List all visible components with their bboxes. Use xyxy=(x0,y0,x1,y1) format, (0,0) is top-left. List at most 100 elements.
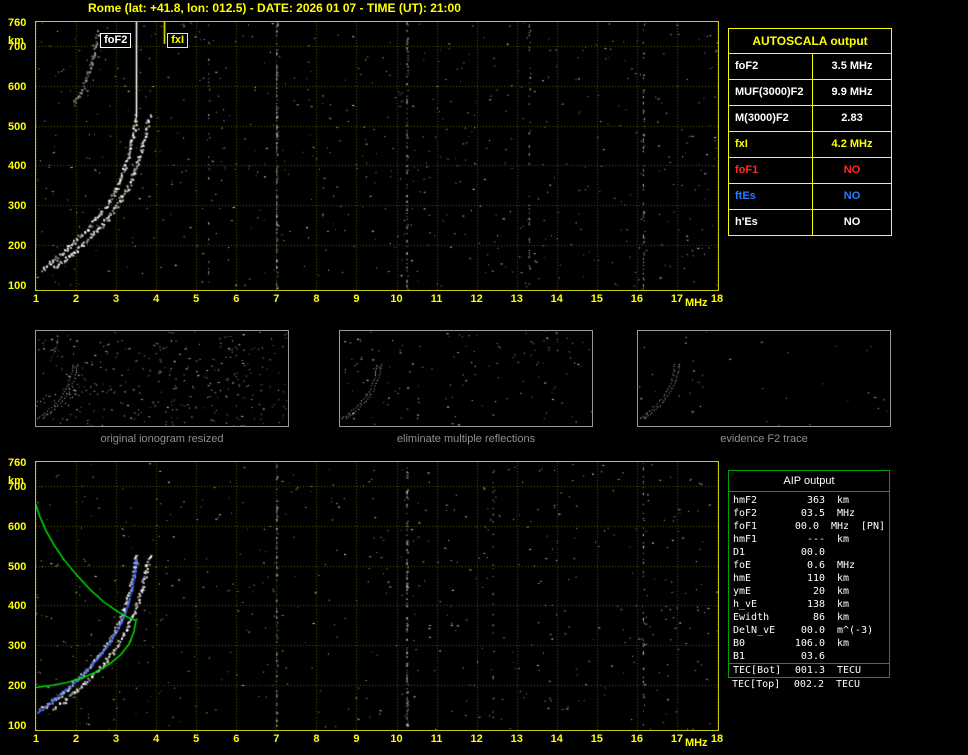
parameter-name: h'Es xyxy=(729,210,813,235)
parameter-value: 106.0 xyxy=(794,638,825,649)
parameter-unit: km xyxy=(837,586,850,597)
parameter-flag xyxy=(869,650,885,663)
ionogram-top-x-axis: 1 2 3 4 5 6 7 8 9 10 11 12 13 14 15 16 17 18 MHz xyxy=(33,293,736,309)
aip-row: B0 106.0 km xyxy=(729,637,889,650)
x-tick-label: 4 xyxy=(153,293,160,305)
aip-row: hmF1 --- km xyxy=(729,533,889,546)
x-tick-label: 17 xyxy=(670,733,684,745)
parameter-value: 9.9 MHz xyxy=(831,86,873,98)
y-tick-label: 200 xyxy=(8,240,27,253)
parameter-unit: km xyxy=(837,573,850,584)
x-tick-label: 7 xyxy=(273,293,280,305)
parameter-name: TEC[Top] xyxy=(732,679,781,690)
ionogram-bottom-x-axis: 1 2 3 4 5 6 7 8 9 10 11 12 13 14 15 16 17 18 MHz xyxy=(33,733,736,749)
parameter-unit: TECU xyxy=(836,679,861,690)
autoscala-row: M(3000)F2 2.83 xyxy=(729,106,891,132)
parameter-unit: km xyxy=(837,612,850,623)
parameter-value: 00.0 xyxy=(794,521,819,532)
ionogram-bottom-plot xyxy=(35,461,719,731)
autoscala-row: h'Es NO xyxy=(729,210,891,235)
parameter-unit: MHz xyxy=(831,521,850,532)
y-tick-label: 300 xyxy=(8,640,27,653)
x-tick-label: 3 xyxy=(113,293,120,305)
x-tick-label: 11 xyxy=(430,293,443,305)
x-tick-label: 16 xyxy=(630,293,643,305)
y-tick-label: 400 xyxy=(8,600,27,613)
parameter-name: D1 xyxy=(733,547,746,558)
parameter-value: 4.2 MHz xyxy=(831,138,873,150)
parameter-flag xyxy=(869,585,885,598)
parameter-value: 2.83 xyxy=(841,112,863,124)
x-axis-unit-label: MHz xyxy=(684,297,708,309)
parameter-unit xyxy=(825,650,869,663)
ionogram-top-canvas xyxy=(36,22,718,290)
x-tick-label: 10 xyxy=(390,733,403,745)
x-tick-label: 8 xyxy=(313,733,320,745)
y-tick-label: 760 xyxy=(8,17,27,29)
parameter-unit: MHz xyxy=(837,508,856,519)
parameter-name: B0 xyxy=(733,638,746,649)
x-tick-label: 14 xyxy=(550,733,563,745)
parameter-name: TEC[Bot] xyxy=(733,665,782,676)
parameter-flag xyxy=(869,624,885,637)
x-tick-label: 4 xyxy=(153,733,160,745)
parameter-unit: km xyxy=(837,495,850,506)
thumb-original-panel xyxy=(35,330,289,427)
page-title: Rome (lat: +41.8, lon: 012.5) - DATE: 20… xyxy=(88,1,461,15)
x-tick-label: 17 xyxy=(670,293,684,305)
aip-row: hmE 110 km xyxy=(729,572,889,585)
aip-row: foF1 00.0 MHz [PN] xyxy=(729,520,889,533)
parameter-unit: km xyxy=(837,534,850,545)
y-axis-unit-label: km xyxy=(8,35,24,47)
parameter-name: foF2 xyxy=(729,54,813,79)
x-tick-label: 3 xyxy=(113,733,120,745)
autoscala-row: ftEs NO xyxy=(729,184,891,210)
x-tick-label: 18 xyxy=(710,733,724,745)
parameter-name: hmF1 xyxy=(733,534,758,545)
y-tick-label: 200 xyxy=(8,680,27,693)
parameter-value: NO xyxy=(843,164,861,176)
parameter-unit: TECU xyxy=(837,665,862,676)
x-tick-label: 13 xyxy=(510,733,523,745)
thumb-noreflections-caption: eliminate multiple reflections xyxy=(396,433,536,445)
parameter-name: M(3000)F2 xyxy=(729,106,813,131)
aip-row: DelN_vE 00.0 m^(-3) xyxy=(729,624,889,637)
parameter-value: 0.6 xyxy=(806,560,825,571)
x-tick-label: 12 xyxy=(470,293,483,305)
aip-output-footer: TEC[Top] 002.2 TECU xyxy=(728,678,890,691)
x-tick-label: 15 xyxy=(590,293,603,305)
y-tick-label: 300 xyxy=(8,200,27,213)
x-tick-label: 15 xyxy=(590,733,603,745)
aip-output-box: AIP output hmF2 363 km foF2 03.5 MHz foF1 00.0 M… xyxy=(728,470,890,678)
x-tick-label: 8 xyxy=(313,293,320,305)
x-tick-label: 9 xyxy=(353,733,360,745)
y-tick-label: 400 xyxy=(8,160,27,173)
thumb-f2trace-canvas xyxy=(638,331,890,426)
x-tick-label: 2 xyxy=(72,293,80,305)
parameter-name: hmE xyxy=(733,573,752,584)
parameter-name: foF1 xyxy=(733,521,758,532)
autoscala-row: fxI 4.2 MHz xyxy=(729,132,891,158)
parameter-flag xyxy=(869,637,885,650)
aip-row: TEC[Bot] 001.3 TECU xyxy=(729,663,889,676)
x-tick-label: 10 xyxy=(390,293,403,305)
aip-row: h_vE 138 km xyxy=(729,598,889,611)
y-tick-label: 100 xyxy=(8,720,27,732)
parameter-name: DelN_vE xyxy=(733,625,776,636)
thumb-f2trace-caption: evidence F2 trace xyxy=(720,433,808,445)
parameter-value: NO xyxy=(843,216,861,228)
parameter-name: ftEs xyxy=(729,184,813,209)
parameter-value: --- xyxy=(806,534,825,545)
x-tick-label: 9 xyxy=(353,293,360,305)
y-axis-unit-label: km xyxy=(8,475,24,487)
y-tick-label: 600 xyxy=(8,520,27,533)
parameter-name: B1 xyxy=(733,651,746,662)
x-tick-label: 16 xyxy=(630,733,643,745)
aip-output-rows: hmF2 363 km foF2 03.5 MHz foF1 00.0 MHz [PN] hmF1 -… xyxy=(729,492,889,677)
parameter-value: 20 xyxy=(812,586,825,597)
parameter-value: NO xyxy=(843,190,861,202)
aip-row: foF2 03.5 MHz xyxy=(729,507,889,520)
parameter-name: ymE xyxy=(733,586,752,597)
parameter-flag xyxy=(869,598,885,611)
thumb-noreflections-panel xyxy=(339,330,593,427)
